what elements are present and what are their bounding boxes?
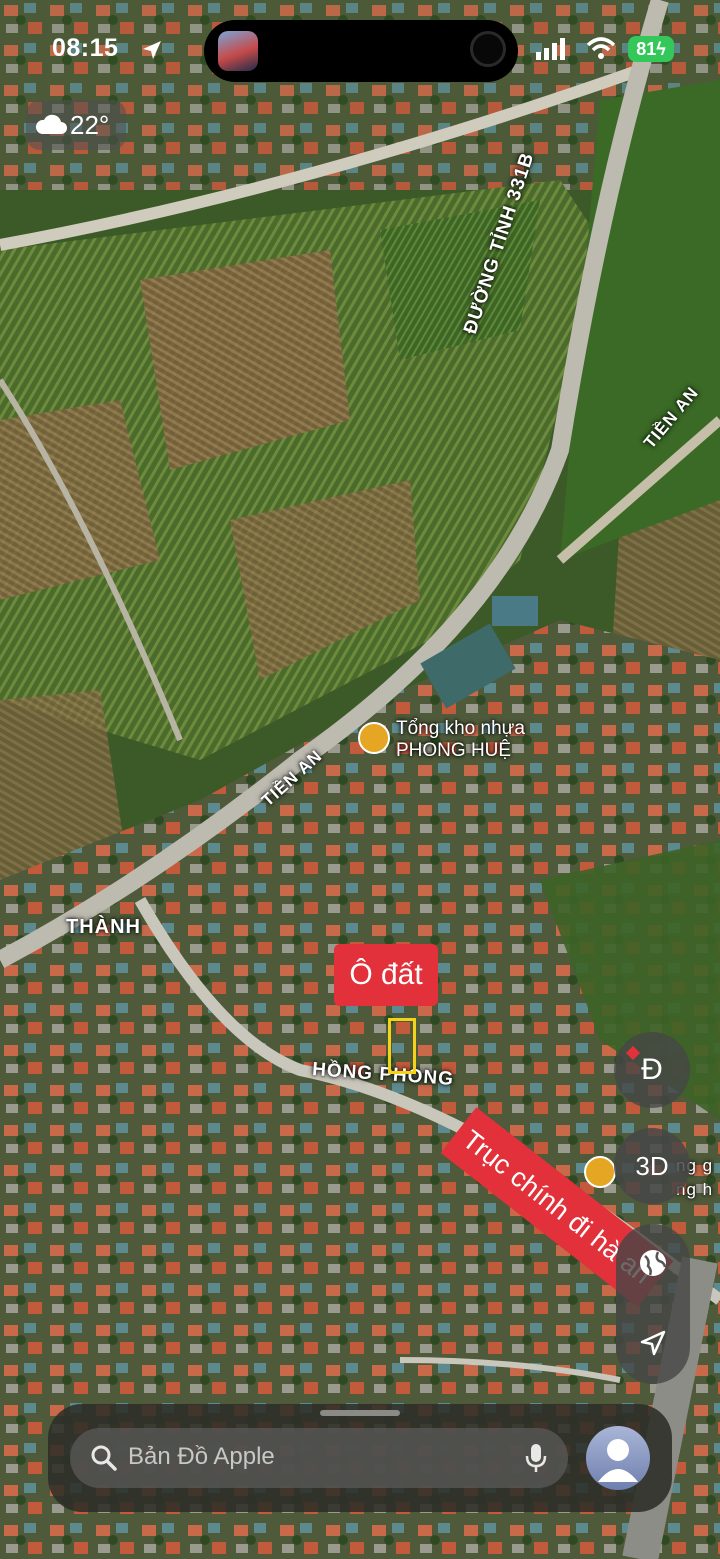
plot-marker	[388, 1018, 416, 1074]
area-label-thanh: THÀNH	[66, 916, 141, 938]
map-control-stack	[616, 1224, 690, 1384]
battery-level: 81	[636, 39, 657, 59]
location-arrow-icon	[143, 41, 161, 59]
search-field[interactable]: Bản Đồ Apple	[70, 1428, 568, 1488]
poi-name-line1: Tổng kho nhựa	[396, 718, 525, 739]
bottom-sheet[interactable]: Bản Đồ Apple	[48, 1404, 672, 1512]
weather-chip[interactable]: 22°	[26, 100, 126, 150]
location-arrow-icon[interactable]	[638, 1328, 668, 1358]
satellite-map[interactable]	[0, 0, 720, 1559]
temperature-text: 22°	[70, 110, 110, 140]
north-indicator-icon	[625, 1045, 641, 1061]
globe-icon[interactable]	[638, 1248, 668, 1278]
sheet-grabber[interactable]	[320, 1410, 400, 1416]
store-poi-icon[interactable]	[358, 722, 390, 754]
3d-view-button[interactable]: 3D	[614, 1128, 690, 1204]
search-placeholder: Bản Đồ Apple	[128, 1443, 275, 1470]
charging-bolt-icon: ϟ	[656, 39, 666, 59]
compass-button[interactable]: Đ	[614, 1032, 690, 1108]
search-icon	[91, 1445, 117, 1471]
cloud-icon	[35, 114, 67, 134]
plot-annotation-label: Ô đất	[334, 944, 438, 1006]
wifi-icon	[586, 37, 616, 59]
profile-avatar[interactable]	[586, 1426, 650, 1490]
microphone-icon[interactable]	[524, 1442, 548, 1474]
media-thumbnail	[218, 31, 258, 71]
camera-icon	[470, 31, 506, 67]
compass-letter: Đ	[641, 1053, 663, 1086]
battery-indicator: 81ϟ	[628, 36, 674, 62]
dynamic-island[interactable]	[204, 20, 518, 82]
business-poi-icon[interactable]	[584, 1156, 616, 1188]
person-icon	[598, 1439, 638, 1482]
poi-label[interactable]: Tổng kho nhựa PHONG HUỆ	[396, 718, 525, 762]
poi-name-line2: PHONG HUỆ	[396, 740, 512, 761]
status-time: 08:15	[52, 34, 119, 62]
cellular-signal-icon	[536, 38, 565, 60]
